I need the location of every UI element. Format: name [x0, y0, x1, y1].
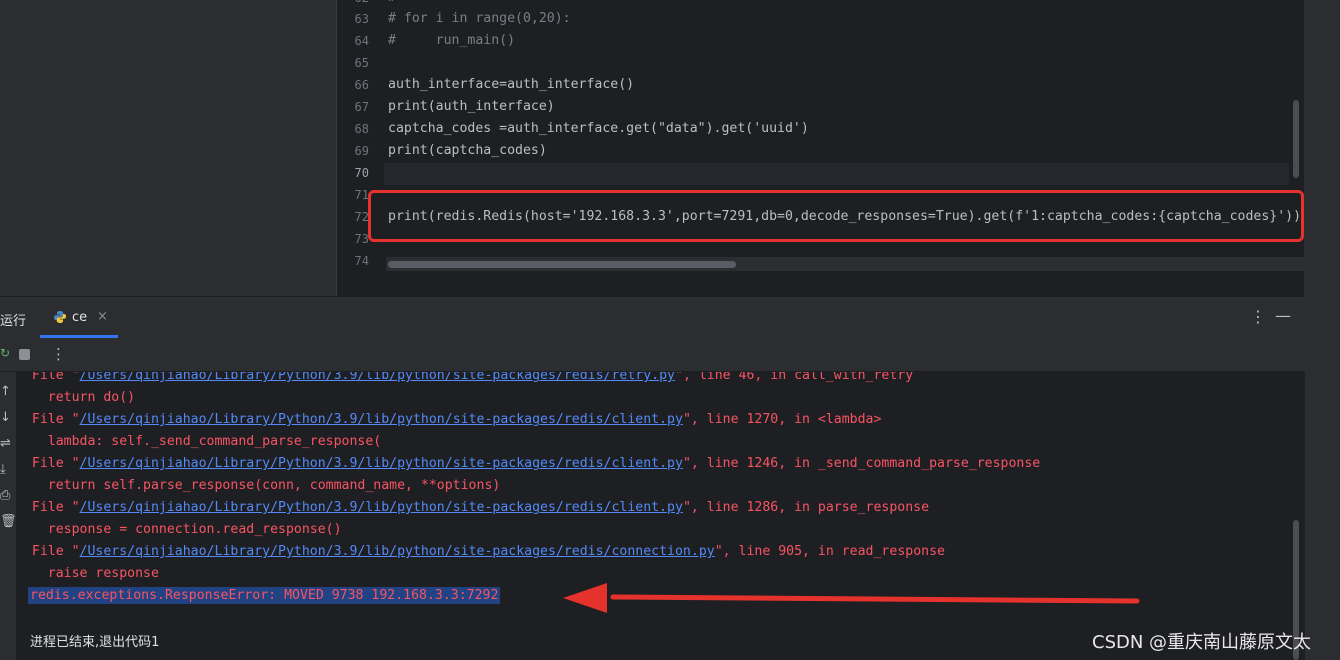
file-link[interactable]: /Users/qinjiahao/Library/Python/3.9/lib/… — [80, 500, 683, 515]
line-number: 68 — [354, 122, 369, 136]
line-number: 63 — [354, 12, 369, 26]
print-icon[interactable]: ⎙ — [0, 488, 10, 503]
editor-vertical-scrollbar[interactable] — [1293, 100, 1299, 178]
line-number: 71 — [354, 188, 369, 202]
python-icon — [54, 311, 66, 323]
line-number-gutter: 62 63 64 65 66 67 68 69 70 71 72 73 74 — [337, 0, 383, 296]
line-number: 74 — [354, 254, 369, 268]
console-line: response = connection.read_response() — [47, 522, 342, 537]
file-link[interactable]: /Users/qinjiahao/Library/Python/3.9/lib/… — [80, 456, 683, 471]
line-number: 72 — [354, 210, 369, 224]
console-line: File "/Users/qinjiahao/Library/Python/3.… — [31, 544, 945, 559]
exit-message: 进程已结束,退出代码1 — [30, 635, 160, 650]
annotation-arrow — [563, 583, 1140, 613]
line-number: 64 — [354, 34, 369, 48]
editor-vertical-scrollbar-track — [1304, 0, 1340, 296]
toolbar-more-icon[interactable]: ⋮ — [51, 345, 66, 363]
scroll-to-end-icon[interactable]: ⤓ — [0, 462, 6, 477]
console-line: raise response — [47, 566, 159, 581]
active-tab-indicator — [40, 335, 118, 338]
line-number: 66 — [354, 78, 369, 92]
code-line: print(captcha_codes) — [388, 143, 547, 158]
scroll-down-icon[interactable]: ↓ — [0, 410, 11, 425]
right-tool-strip — [1305, 296, 1340, 660]
code-editor[interactable]: 62 63 64 65 66 67 68 69 70 71 72 73 74 #… — [336, 0, 1340, 296]
scroll-up-icon[interactable]: ↑ — [0, 384, 11, 399]
console-side-toolbar: ↑ ↓ ⇌ ⤓ ⎙ 🗑 — [0, 372, 17, 660]
console-line: return self.parse_response(conn, command… — [47, 478, 501, 493]
console-line: File "/Users/qinjiahao/Library/Python/3.… — [31, 500, 930, 515]
selected-error-text[interactable]: redis.exceptions.ResponseError: MOVED 97… — [28, 587, 501, 604]
rerun-icon[interactable]: ↻ — [0, 346, 10, 360]
console-line: File "/Users/qinjiahao/Library/Python/3.… — [31, 456, 1041, 471]
soft-wrap-icon[interactable]: ⇌ — [0, 436, 11, 451]
file-link[interactable]: /Users/qinjiahao/Library/Python/3.9/lib/… — [80, 544, 715, 559]
file-link[interactable]: /Users/qinjiahao/Library/Python/3.9/lib/… — [80, 372, 675, 383]
watermark: CSDN @重庆南山藤原文太 — [1092, 632, 1312, 653]
run-panel-header — [0, 296, 1305, 339]
editor-horizontal-scrollbar[interactable] — [388, 261, 736, 268]
current-line-highlight — [384, 163, 1289, 185]
code-line: print(auth_interface) — [388, 99, 555, 114]
trash-icon[interactable]: 🗑 — [0, 514, 17, 529]
run-toolbar — [0, 339, 1305, 372]
console-line: File "/Users/qinjiahao/Library/Python/3.… — [31, 412, 882, 427]
line-number: 69 — [354, 144, 369, 158]
annotation-highlight-box — [368, 190, 1304, 242]
line-number: 73 — [354, 232, 369, 246]
console-line: File "/Users/qinjiahao/Library/Python/3.… — [16, 372, 913, 383]
line-number: 65 — [354, 56, 369, 70]
code-line: # — [388, 0, 396, 5]
project-panel-strip — [0, 0, 335, 296]
console-line: return do() — [47, 390, 136, 405]
code-line: # run_main() — [388, 33, 516, 48]
code-line: captcha_codes =auth_interface.get("data"… — [388, 121, 809, 136]
code-line: auth_interface=auth_interface() — [388, 77, 635, 92]
close-icon[interactable]: × — [97, 309, 108, 324]
more-options-icon[interactable]: ⋮ — [1250, 307, 1266, 326]
console-line: lambda: self._send_command_parse_respons… — [47, 434, 382, 449]
line-number: 67 — [354, 100, 369, 114]
code-line: # for i in range(0,20): — [388, 11, 571, 26]
tab-label: ce — [72, 310, 88, 325]
error-message-line: redis.exceptions.ResponseError: MOVED 97… — [28, 587, 501, 604]
file-link[interactable]: /Users/qinjiahao/Library/Python/3.9/lib/… — [80, 412, 683, 427]
run-panel-title: 运行 — [0, 314, 27, 329]
minimize-icon[interactable]: — — [1275, 306, 1291, 325]
line-number: 62 — [337, 0, 369, 5]
stop-icon[interactable] — [19, 349, 30, 360]
console-output[interactable]: File "/Users/qinjiahao/Library/Python/3.… — [16, 372, 1288, 660]
line-number: 70 — [354, 166, 369, 180]
